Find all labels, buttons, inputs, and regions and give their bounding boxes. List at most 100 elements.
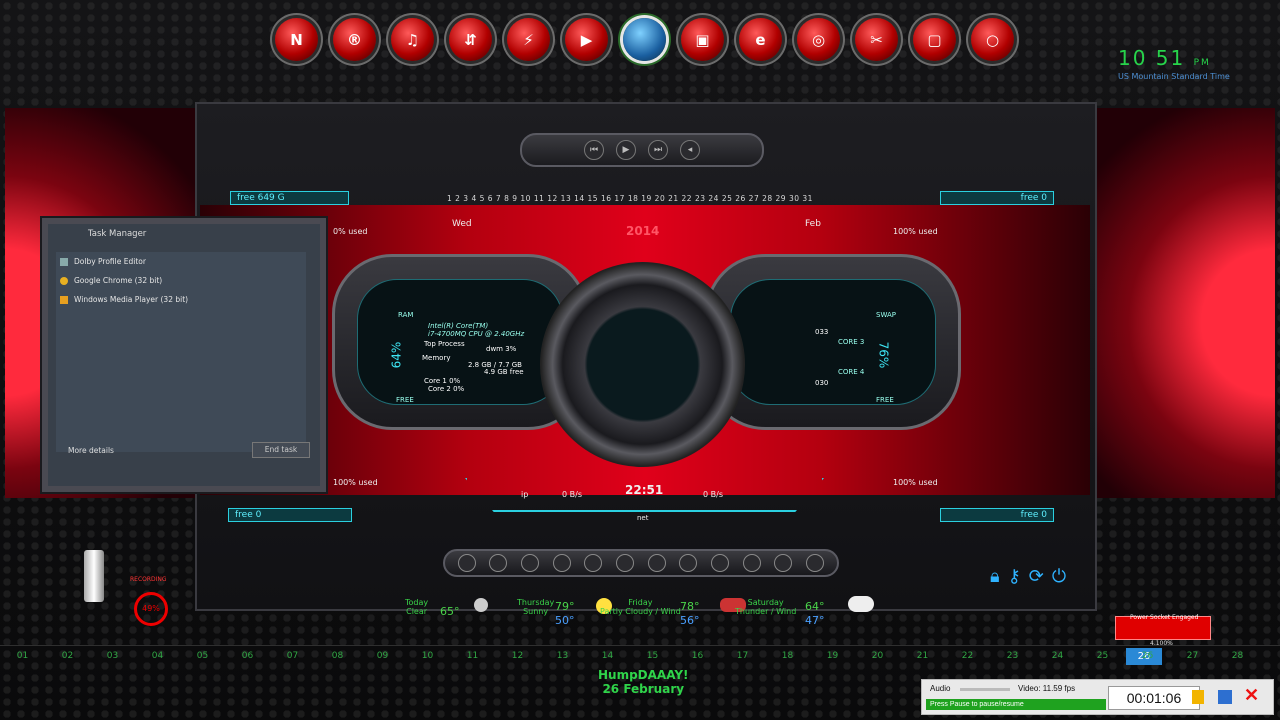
ctrl-button-9[interactable] xyxy=(711,554,730,572)
battery-icon xyxy=(84,550,104,602)
net-in-speed: 0 B/s xyxy=(562,490,582,499)
flash-icon[interactable]: ⚡ xyxy=(507,18,550,61)
greeting: HumpDAAAY! 26 February xyxy=(598,668,689,696)
weather-today-cond: Clear xyxy=(406,607,428,616)
cpu-model: i7-4700MQ CPU @ 2.40GHz xyxy=(428,330,525,338)
day-number: 18 xyxy=(781,651,794,661)
memory-label: Memory xyxy=(422,354,451,362)
day-number: 11 xyxy=(466,651,479,661)
disk-free-top-right: free 0 xyxy=(940,191,1054,205)
disk-used-bottom-left: 100% used xyxy=(333,478,378,487)
ctrl-button-5[interactable] xyxy=(584,554,603,572)
top-process-value: dwm 3% xyxy=(486,345,517,353)
weather-thursday-cond: Sunny xyxy=(523,607,549,616)
days-strip: 01 02 03 04 05 06 07 08 09 10 11 12 13 14 15 16 17 18 19 20… xyxy=(0,651,1280,661)
day-number: 26 xyxy=(1141,651,1154,661)
ctrl-button-1[interactable] xyxy=(457,554,476,572)
task-item-label: Dolby Profile Editor xyxy=(74,257,146,266)
weather-friday-label: Friday xyxy=(628,598,653,607)
window-icon[interactable]: ▢ xyxy=(913,18,956,61)
core4-value: 030 xyxy=(815,379,829,387)
task-manager-title: Task Manager xyxy=(88,229,147,239)
task-item-label: Google Chrome (32 bit) xyxy=(74,276,163,285)
disk-used-bottom-right: 100% used xyxy=(893,478,938,487)
tv-icon[interactable]: ▣ xyxy=(681,18,724,61)
chrome-icon[interactable]: ◎ xyxy=(797,18,840,61)
power-icon[interactable]: ⏻ xyxy=(1052,566,1066,587)
screen-recorder: Audio Video: 11.59 fps Press Pause to pa… xyxy=(921,679,1274,715)
day-number: 03 xyxy=(106,651,119,661)
ctrl-button-10[interactable] xyxy=(742,554,761,572)
power-label: Power Socket Engaged xyxy=(1130,614,1199,621)
core4-label: CORE 4 xyxy=(838,368,865,376)
greeting-line2: 26 February xyxy=(602,682,685,696)
cpu-name: Intel(R) Core(TM) xyxy=(428,322,489,330)
weather-friday-high: 78° xyxy=(680,600,700,613)
weather-saturday-label: Saturday xyxy=(747,598,784,607)
close-icon[interactable]: ✕ xyxy=(1244,685,1259,706)
weather-saturday: Saturday Thunder / Wind xyxy=(735,598,796,616)
day-number: 10 xyxy=(421,651,434,661)
clock-timezone: US Mountain Standard Time xyxy=(1118,72,1230,81)
ie-icon[interactable]: e xyxy=(739,18,782,61)
disk-used-top-right: 100% used xyxy=(893,227,938,236)
stop-icon[interactable] xyxy=(1218,690,1232,704)
ram-percent: 64% xyxy=(389,341,404,369)
day-number: 09 xyxy=(376,651,389,661)
ctrl-button-7[interactable] xyxy=(647,554,666,572)
next-icon[interactable]: ⏭ xyxy=(648,140,668,160)
ctrl-button-6[interactable] xyxy=(616,554,635,572)
end-task-button[interactable]: End task xyxy=(252,442,310,458)
day-number: 13 xyxy=(556,651,569,661)
weather-thursday: Thursday Sunny xyxy=(517,598,554,616)
weather-thursday-label: Thursday xyxy=(517,598,555,607)
recording-caption: RECORDING xyxy=(130,576,167,583)
lock-icon[interactable]: 🔒︎ xyxy=(990,566,1000,587)
ctrl-button-3[interactable] xyxy=(521,554,540,572)
volume-icon[interactable]: ◂ xyxy=(680,140,700,160)
weather-today-temp: 65° xyxy=(440,605,460,618)
icon-dock: N ® ♫ ⇵ ⚡ ▶ ▣ e ◎ ✂ ▢ ○ xyxy=(275,18,1014,61)
days-divider xyxy=(0,645,1280,646)
media-player-icon xyxy=(60,295,68,304)
task-item[interactable]: Windows Media Player (32 bit) xyxy=(56,290,306,309)
registered-icon[interactable]: ® xyxy=(333,18,376,61)
nvidia-icon[interactable]: N xyxy=(275,18,318,61)
day-number: 06 xyxy=(241,651,254,661)
weather-saturday-high: 64° xyxy=(805,600,825,613)
moon-icon xyxy=(474,598,488,612)
more-details-link[interactable]: More details xyxy=(68,446,114,455)
refresh-icon[interactable]: ⟳ xyxy=(1029,566,1044,587)
weather-saturday-cond: Thunder / Wind xyxy=(735,607,797,616)
ctrl-button-4[interactable] xyxy=(552,554,571,572)
ctrl-button-8[interactable] xyxy=(679,554,698,572)
cloud-icon xyxy=(848,596,874,612)
key-icon[interactable]: ⚷ xyxy=(1008,566,1021,587)
play-icon[interactable]: ▶ xyxy=(616,140,636,160)
clock-time: 10 51 xyxy=(1118,46,1186,70)
globe-icon[interactable] xyxy=(623,18,666,61)
weekday-label: Wed xyxy=(452,219,472,229)
ring-icon[interactable]: ○ xyxy=(971,18,1014,61)
usb-icon[interactable]: ⇵ xyxy=(449,18,492,61)
core2-usage: Core 2 0% xyxy=(428,385,465,393)
task-list: Dolby Profile Editor Google Chrome (32 b… xyxy=(56,252,306,452)
day-number: 05 xyxy=(196,651,209,661)
ctrl-button-12[interactable] xyxy=(806,554,825,572)
task-item[interactable]: Dolby Profile Editor xyxy=(56,252,306,271)
month-label: Feb xyxy=(805,219,821,229)
recorder-video-label: Video: 11.59 fps xyxy=(1018,684,1076,693)
memory-free: 4.9 GB free xyxy=(484,368,524,376)
tools-icon[interactable]: ✂ xyxy=(855,18,898,61)
ctrl-button-2[interactable] xyxy=(489,554,508,572)
task-item-label: Windows Media Player (32 bit) xyxy=(74,295,189,304)
task-item[interactable]: Google Chrome (32 bit) xyxy=(56,271,306,290)
headphones-icon[interactable]: ♫ xyxy=(391,18,434,61)
ctrl-button-11[interactable] xyxy=(774,554,793,572)
pause-icon[interactable] xyxy=(1192,690,1204,704)
network-time: 22:51 xyxy=(625,483,664,497)
play-icon[interactable]: ▶ xyxy=(565,18,608,61)
previous-icon[interactable]: ⏮ xyxy=(584,140,604,160)
weather-thursday-high: 79° xyxy=(555,600,575,613)
control-bar xyxy=(443,549,839,577)
